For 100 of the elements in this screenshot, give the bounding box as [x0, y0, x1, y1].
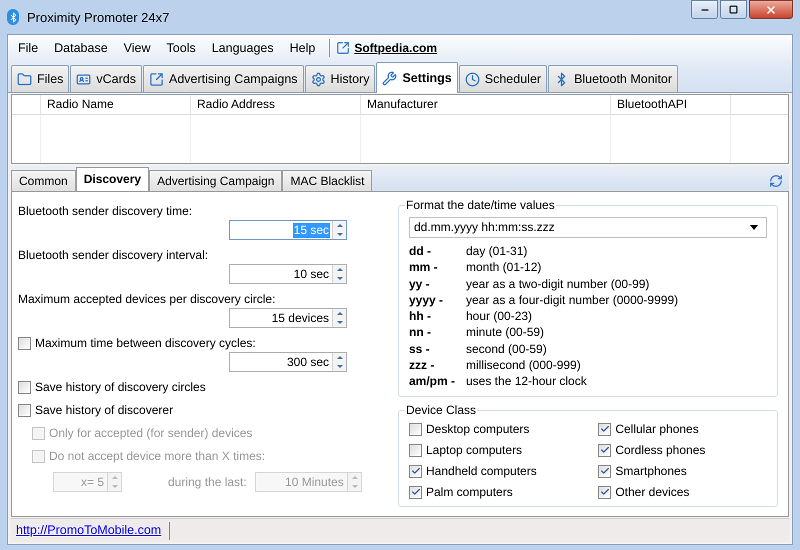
checkbox-label: Desktop computers	[426, 422, 530, 437]
spin-value: 10 Minutes	[284, 474, 345, 490]
checkbox-label: Maximum time between discovery cycles:	[35, 336, 256, 351]
checkbox[interactable]	[409, 422, 422, 436]
checkbox-label: Cellular phones	[615, 422, 699, 437]
spinner-arrows[interactable]	[332, 221, 346, 239]
field-label: Bluetooth sender discovery time:	[18, 204, 194, 219]
softpedia-link[interactable]: Softpedia.com	[354, 40, 438, 56]
menu-item[interactable]: Languages	[204, 40, 282, 56]
format-meaning: month (01-12)	[466, 259, 542, 276]
check-icon	[600, 424, 610, 434]
check-icon	[600, 445, 610, 456]
menu-item[interactable]: Database	[46, 40, 116, 56]
checkbox[interactable]	[18, 381, 31, 394]
maximize-icon	[729, 5, 738, 14]
sub-tab[interactable]: Common	[11, 170, 76, 191]
format-code: hh -	[409, 308, 432, 324]
format-meaning: second (00-59)	[466, 340, 548, 358]
folder-icon	[17, 72, 32, 86]
field-label: Maximum accepted devices per discovery circle:	[18, 292, 276, 307]
checkbox-label: Save history of discoverer	[35, 403, 174, 418]
menu-item[interactable]: View	[116, 40, 159, 56]
close-icon	[765, 4, 777, 16]
maximize-button[interactable]	[720, 0, 747, 19]
check-icon	[410, 466, 420, 476]
main-tab[interactable]: Advertising Campaigns	[143, 65, 304, 92]
column-header[interactable]: Radio Name	[41, 95, 191, 114]
field-label: Bluetooth sender discovery interval:	[18, 248, 210, 263]
checkbox[interactable]	[409, 444, 422, 457]
column-header[interactable]: Radio Address	[191, 95, 361, 114]
sub-tab[interactable]: Advertising Campaign	[149, 170, 282, 191]
refresh-icon[interactable]	[769, 174, 783, 188]
group-title: Format the date/time values	[405, 198, 556, 213]
window-title: Proximity Promoter 24x7	[27, 10, 170, 24]
spinner-arrows[interactable]	[332, 353, 346, 371]
checkbox[interactable]	[598, 422, 612, 436]
spin-value: 10 sec	[292, 266, 330, 282]
spin-field[interactable]: 300 sec	[229, 352, 347, 372]
main-tab[interactable]: Scheduler	[458, 65, 548, 92]
checkbox-label: Handheld computers	[426, 464, 537, 479]
format-meaning: hour (00-23)	[466, 308, 534, 324]
checkbox[interactable]	[409, 464, 422, 478]
format-meaning: year as a four-digit number (0000-9999)	[466, 292, 680, 308]
format-code: am/pm -	[409, 373, 456, 390]
spin-field[interactable]: 15 devices	[229, 308, 347, 328]
format-code: mm -	[409, 259, 439, 276]
spinner-arrows[interactable]	[332, 309, 346, 327]
arrow-box-icon	[149, 72, 164, 86]
main-tab[interactable]: Bluetooth Monitor	[548, 65, 678, 92]
sub-tab[interactable]: MAC Blacklist	[282, 170, 372, 191]
close-button[interactable]	[749, 0, 793, 19]
checkbox-label: Other devices	[615, 484, 690, 500]
checkbox[interactable]	[598, 464, 612, 478]
check-icon	[600, 466, 610, 476]
format-code: dd -	[409, 243, 432, 260]
menu-item[interactable]: Help	[282, 40, 324, 56]
main-tab[interactable]: History	[304, 65, 376, 92]
checkbox-label: Only for accepted (for sender) devices	[49, 426, 252, 441]
website-link[interactable]: http://PromoToMobile.com	[14, 523, 164, 538]
spin-value: 15 devices	[270, 310, 330, 326]
format-code: yy -	[409, 276, 431, 292]
format-meaning: day (01-31)	[466, 243, 528, 260]
gear-icon	[310, 72, 326, 86]
format-dropdown[interactable]: dd.mm.yyyy hh:mm:ss.zzz	[409, 217, 767, 238]
main-tab[interactable]: Settings	[376, 62, 458, 93]
checkbox-label: Palm computers	[426, 484, 513, 500]
checkbox[interactable]	[18, 404, 31, 417]
checkbox[interactable]	[18, 337, 31, 350]
checkbox[interactable]	[598, 486, 612, 499]
format-meaning: uses the 12-hour clock	[466, 373, 588, 390]
spin-value: 15 sec	[292, 222, 330, 238]
card-icon	[76, 72, 92, 86]
format-code: ss -	[409, 340, 431, 358]
format-meaning: year as a two-digit number (00-99)	[466, 276, 650, 292]
wrench-icon	[382, 70, 398, 86]
spinner-arrows[interactable]	[332, 265, 346, 283]
clock-icon	[464, 72, 480, 86]
checkbox-label: Do not accept device more than X times:	[49, 449, 266, 464]
column-header[interactable]: Manufacturer	[361, 95, 611, 114]
checkbox[interactable]	[409, 486, 422, 499]
checkbox-label: Smartphones	[615, 464, 687, 479]
format-meaning: millisecond (000-999)	[466, 357, 582, 374]
field-label: during the last:	[168, 474, 247, 490]
menu-item[interactable]: Tools	[158, 40, 204, 56]
spin-field[interactable]: 10 sec	[229, 264, 347, 284]
format-code: zzz -	[409, 357, 436, 374]
checkbox[interactable]	[598, 444, 612, 457]
sub-tab[interactable]: Discovery	[76, 167, 150, 191]
menu-item[interactable]: File	[10, 40, 46, 56]
main-tab[interactable]: vCards	[70, 65, 142, 92]
format-code: nn -	[409, 324, 432, 341]
checkbox-label: Cordless phones	[615, 442, 706, 458]
group-title: Device Class	[405, 402, 478, 418]
column-header[interactable]: BluetoothAPI	[611, 95, 731, 114]
check-icon	[410, 487, 420, 498]
main-tab[interactable]: Files	[11, 65, 70, 92]
spin-value: x= 5	[80, 474, 105, 490]
checkbox-label: Laptop computers	[426, 442, 522, 458]
format-code: yyyy -	[409, 292, 444, 308]
bluetooth-icon	[7, 9, 19, 25]
